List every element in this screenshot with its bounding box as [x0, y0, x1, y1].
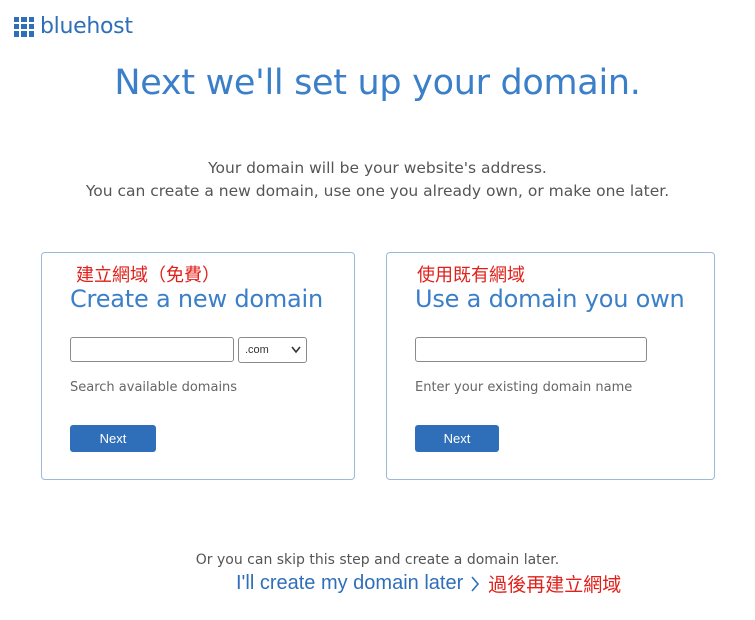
create-domain-title: Create a new domain [70, 285, 324, 313]
chevron-down-icon [291, 340, 301, 369]
subtitle-line-1: Your domain will be your website's addre… [208, 159, 547, 177]
create-later-link[interactable]: I'll create my domain later [236, 572, 463, 595]
existing-domain-next-button[interactable]: Next [415, 425, 499, 452]
new-domain-input[interactable] [70, 337, 234, 362]
create-later-annotation: 過後再建立網域 [488, 574, 622, 596]
tld-select[interactable]: .com [238, 337, 307, 363]
subtitle-line-2: You can create a new domain, use one you… [85, 182, 670, 200]
existing-domain-annotation: 使用既有網域 [417, 265, 525, 286]
bluehost-logo[interactable]: bluehost [14, 14, 133, 39]
tld-select-value: .com [245, 344, 269, 356]
create-domain-hint: Search available domains [70, 380, 238, 395]
existing-domain-input[interactable] [415, 337, 647, 362]
create-domain-card: 建立網域（免費） Create a new domain .com Search… [41, 252, 355, 480]
create-domain-next-button[interactable]: Next [70, 425, 156, 452]
existing-domain-title: Use a domain you own [415, 285, 685, 313]
existing-domain-hint: Enter your existing domain name [415, 380, 633, 395]
chevron-right-icon[interactable] [470, 575, 480, 593]
grid-icon [14, 16, 34, 37]
page-title: Next we'll set up your domain. [114, 63, 641, 103]
skip-text: Or you can skip this step and create a d… [195, 552, 560, 568]
create-later-row: I'll create my domain later 過後再建立網域 [236, 570, 621, 597]
create-domain-annotation: 建立網域（免費） [76, 265, 220, 286]
existing-domain-card: 使用既有網域 Use a domain you own Enter your e… [386, 252, 715, 480]
logo-text: bluehost [40, 14, 133, 39]
